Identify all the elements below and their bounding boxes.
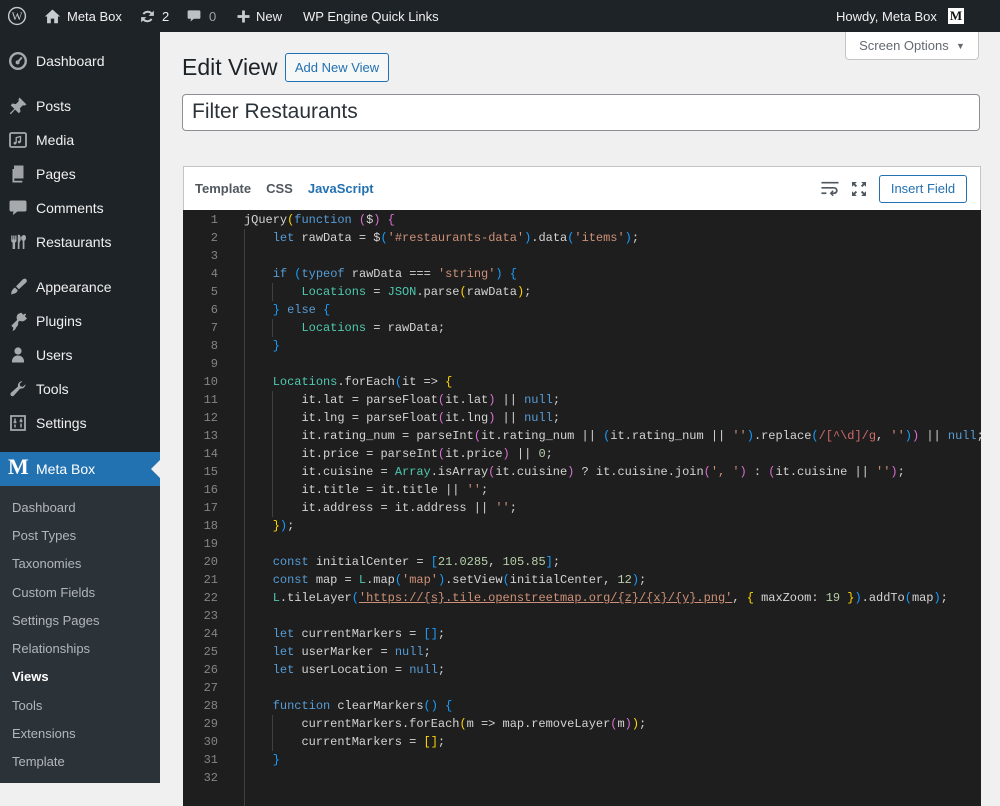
svg-text:W: W [12, 11, 23, 23]
